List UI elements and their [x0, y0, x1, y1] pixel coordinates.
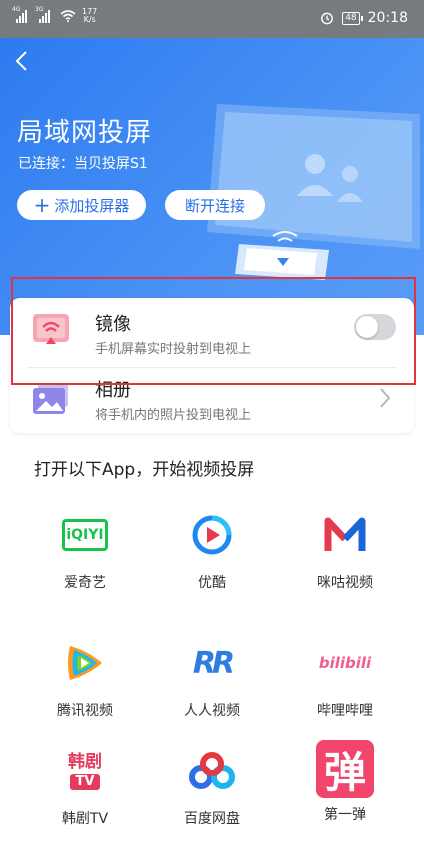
- renren-logo-text: RR: [192, 645, 235, 681]
- photo-album-icon: [33, 383, 68, 414]
- baidu-netdisk-logo: [189, 752, 235, 789]
- status-right: 48 20:18: [320, 10, 408, 26]
- app-name: 第一弹: [324, 807, 366, 823]
- app-tencent-video[interactable]: 腾讯视频: [35, 638, 135, 720]
- album-option[interactable]: 相册 将手机内的照片投到电视上: [10, 368, 414, 433]
- bilibili-icon: bilibili: [318, 638, 372, 688]
- mirror-title: 镜像: [95, 314, 131, 335]
- connection-status: 已连接：当贝投屏S1: [18, 156, 148, 172]
- baidu-netdisk-icon: [187, 746, 237, 796]
- app-youku[interactable]: 优酷: [162, 510, 262, 592]
- app-bilibili[interactable]: bilibili 哔哩哔哩: [295, 638, 395, 720]
- alarm-icon: [321, 12, 334, 25]
- youku-icon: [187, 510, 237, 560]
- app-baidu-netdisk[interactable]: 百度网盘: [162, 746, 262, 828]
- signal-sim1-icon: 4G: [12, 6, 27, 23]
- toggle-knob: [356, 316, 378, 338]
- tencent-video-icon: [60, 638, 110, 688]
- page-title: 局域网投屏: [17, 118, 153, 148]
- plus-icon: +: [33, 193, 51, 217]
- back-button[interactable]: [12, 48, 42, 78]
- battery-indicator: 48: [342, 11, 364, 25]
- app-name: 优酷: [198, 575, 226, 591]
- hanju-logo-text: 韩剧: [68, 751, 102, 772]
- diyidan-logo-text: 弹: [316, 740, 374, 798]
- signal-sim2-icon: 3G: [35, 6, 50, 23]
- app-name: 韩剧TV: [61, 811, 109, 827]
- app-renren[interactable]: RR 人人视频: [162, 638, 262, 720]
- tencent-video-logo: [68, 646, 102, 680]
- app-name: 哔哩哔哩: [317, 703, 373, 719]
- add-receiver-label: 添加投屏器: [54, 196, 130, 215]
- app-iqiyi[interactable]: iQIYI 爱奇艺: [35, 510, 135, 592]
- phone-cast-illustration: [235, 231, 329, 280]
- diyidan-icon: 弹: [316, 740, 374, 798]
- status-bar: 4G 3G 177 K/s 48 20:18: [0, 0, 424, 38]
- iqiyi-icon: iQIYI: [60, 510, 110, 560]
- app-hanju-tv[interactable]: 韩剧 TV 韩剧TV: [35, 746, 135, 828]
- status-left: 4G 3G 177 K/s: [12, 6, 97, 24]
- album-title: 相册: [95, 380, 131, 401]
- header-banner: 局域网投屏 已连接：当贝投屏S1 + 添加投屏器 断开连接: [0, 38, 424, 335]
- app-name: 咪咕视频: [317, 575, 373, 591]
- network-speed: 177 K/s: [82, 8, 97, 24]
- renren-icon: RR: [187, 638, 237, 688]
- hanju-tv-icon: 韩剧 TV: [60, 746, 110, 796]
- chevron-right-icon: [380, 388, 391, 408]
- app-name: 人人视频: [184, 703, 240, 719]
- album-description: 将手机内的照片投到电视上: [95, 408, 252, 423]
- migu-icon: [320, 510, 370, 560]
- cast-options-card: 镜像 手机屏幕实时投射到电视上 相册 将手机内的照片投到电视上: [10, 298, 414, 433]
- app-name: 腾讯视频: [57, 703, 113, 719]
- sim1-label: 4G: [12, 6, 21, 13]
- apps-section-title: 打开以下App，开始视频投屏: [34, 460, 255, 480]
- sim2-label: 3G: [35, 6, 44, 13]
- app-migu[interactable]: 咪咕视频: [295, 510, 395, 592]
- youku-logo: [192, 515, 232, 555]
- screen-mirror-icon: [33, 314, 69, 344]
- iqiyi-logo-text: iQIYI: [62, 519, 108, 551]
- migu-logo: [324, 517, 366, 551]
- add-receiver-button[interactable]: + 添加投屏器: [17, 190, 146, 220]
- clock: 20:18: [367, 10, 408, 26]
- mirror-toggle[interactable]: [354, 314, 396, 340]
- app-name: 爱奇艺: [64, 575, 106, 591]
- speed-unit: K/s: [83, 15, 96, 24]
- mirror-description: 手机屏幕实时投射到电视上: [95, 342, 252, 357]
- app-name: 百度网盘: [184, 811, 240, 827]
- wifi-icon: [60, 10, 76, 22]
- hanju-logo-tv: TV: [69, 773, 101, 790]
- disconnect-button[interactable]: 断开连接: [165, 190, 265, 220]
- disconnect-label: 断开连接: [184, 196, 245, 215]
- back-arrow-icon: [15, 51, 27, 71]
- mirror-option[interactable]: 镜像 手机屏幕实时投射到电视上: [10, 298, 414, 368]
- bilibili-logo-text: bilibili: [318, 654, 372, 672]
- app-diyidan[interactable]: 弹 第一弹: [295, 740, 395, 824]
